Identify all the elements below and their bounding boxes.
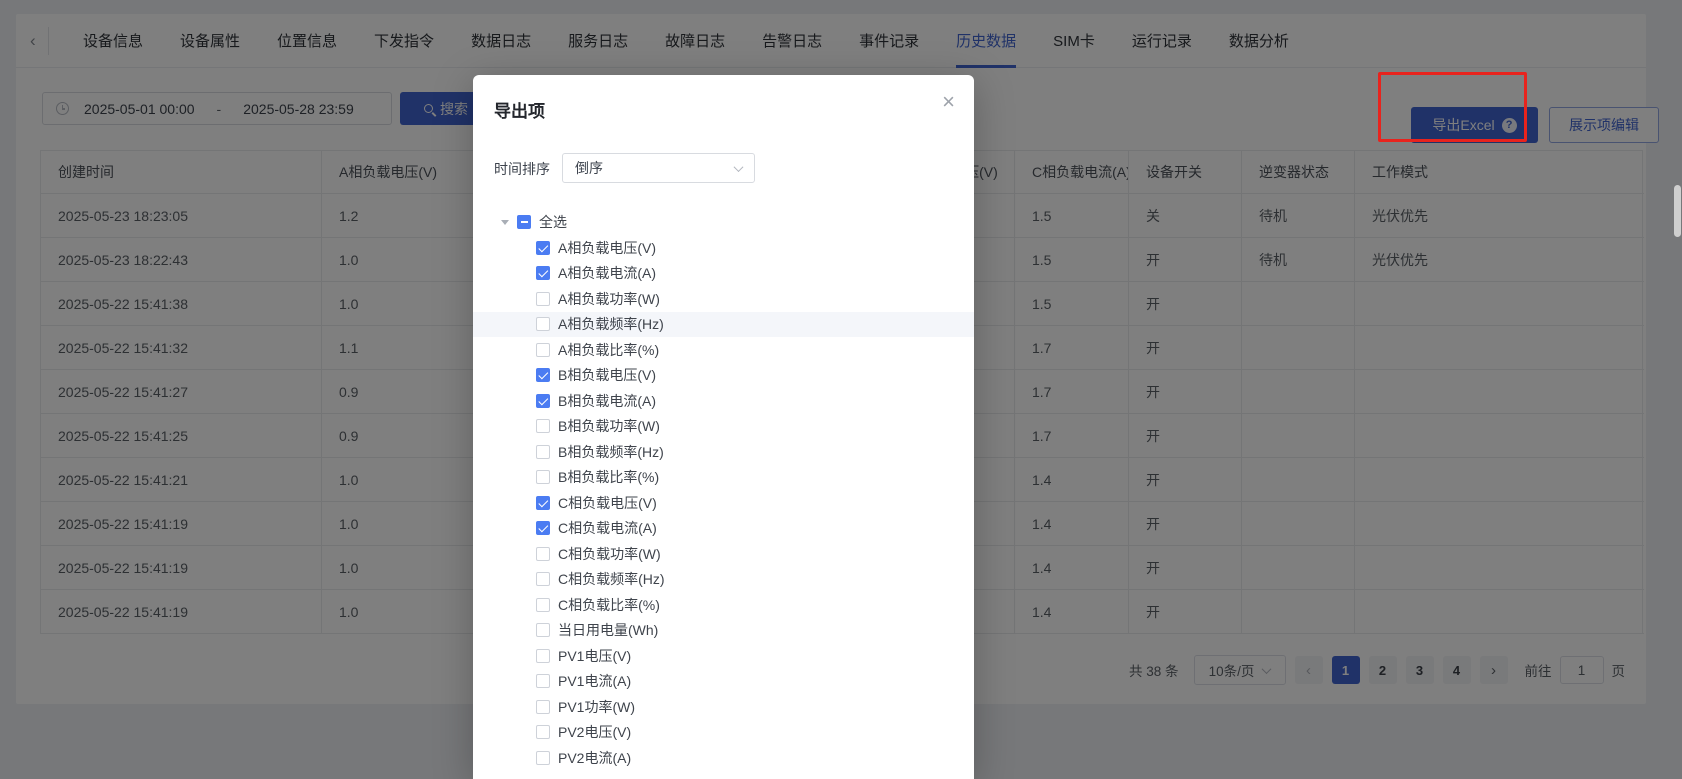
time-sort-select[interactable]: 倒序: [562, 153, 755, 183]
tree-items: A相负载电压(V) A相负载电流(A) A相负载功率(W) A相负载频率(Hz) A相负…: [473, 235, 974, 771]
tree-root-select-all[interactable]: 全选: [473, 209, 974, 235]
export-items-dialog: 导出项 × 时间排序 倒序 全选 A相负载电压(V) A相负载电流(A) A相负载功…: [473, 75, 974, 779]
tree-item[interactable]: PV1电流(A): [473, 669, 974, 695]
tree-item-label[interactable]: 当日用电量(Wh): [558, 620, 658, 640]
tree-item[interactable]: B相负载频率(Hz): [473, 439, 974, 465]
tree-item-checkbox[interactable]: [536, 674, 550, 689]
tree-item-label[interactable]: C相负载电压(V): [558, 493, 657, 513]
tree-item-label[interactable]: B相负载功率(W): [558, 416, 660, 436]
tree-item[interactable]: A相负载功率(W): [473, 286, 974, 312]
tree-item-checkbox[interactable]: [536, 750, 550, 765]
tree-item-checkbox[interactable]: [536, 725, 550, 740]
tree-item-checkbox[interactable]: [536, 240, 550, 255]
export-button-highlight-annotation: [1378, 72, 1527, 142]
tree-item-checkbox[interactable]: [536, 317, 550, 332]
tree-item-label[interactable]: C相负载比率(%): [558, 595, 660, 615]
export-tree: 全选 A相负载电压(V) A相负载电流(A) A相负载功率(W) A相负载频率(Hz)…: [473, 209, 974, 771]
tree-item[interactable]: C相负载电流(A): [473, 516, 974, 542]
tree-item[interactable]: A相负载电压(V): [473, 235, 974, 261]
tree-item-checkbox[interactable]: [536, 495, 550, 510]
tree-item-label[interactable]: B相负载电压(V): [558, 365, 656, 385]
tree-item-checkbox[interactable]: [536, 444, 550, 459]
tree-item-checkbox[interactable]: [536, 623, 550, 638]
tree-item-label[interactable]: PV1功率(W): [558, 697, 635, 717]
chevron-down-icon: [733, 161, 744, 172]
tree-item-label[interactable]: B相负载频率(Hz): [558, 442, 664, 462]
select-all-checkbox[interactable]: [517, 215, 531, 229]
tree-item-checkbox[interactable]: [536, 393, 550, 408]
tree-item-label[interactable]: A相负载比率(%): [558, 340, 659, 360]
tree-item[interactable]: C相负载功率(W): [473, 541, 974, 567]
select-all-label[interactable]: 全选: [539, 212, 567, 232]
tree-item-checkbox[interactable]: [536, 419, 550, 434]
tree-item-label[interactable]: PV1电压(V): [558, 646, 631, 666]
tree-item-label[interactable]: A相负载频率(Hz): [558, 314, 664, 334]
tree-item[interactable]: PV2电流(A): [473, 745, 974, 771]
tree-item-label[interactable]: B相负载电流(A): [558, 391, 656, 411]
tree-item-label[interactable]: C相负载电流(A): [558, 518, 657, 538]
tree-item[interactable]: C相负载频率(Hz): [473, 567, 974, 593]
tree-item[interactable]: B相负载功率(W): [473, 414, 974, 440]
tree-item[interactable]: 当日用电量(Wh): [473, 618, 974, 644]
tree-item[interactable]: B相负载电压(V): [473, 363, 974, 389]
time-sort-value: 倒序: [575, 160, 603, 176]
tree-item-checkbox[interactable]: [536, 368, 550, 383]
tree-item-label[interactable]: B相负载比率(%): [558, 467, 659, 487]
caret-down-icon[interactable]: [501, 219, 509, 225]
tree-item-checkbox[interactable]: [536, 342, 550, 357]
tree-item[interactable]: A相负载频率(Hz): [473, 311, 974, 337]
tree-item-checkbox[interactable]: [536, 597, 550, 612]
tree-item[interactable]: C相负载电压(V): [473, 490, 974, 516]
tree-item-label[interactable]: PV2电流(A): [558, 748, 631, 768]
tree-item[interactable]: C相负载比率(%): [473, 592, 974, 618]
tree-item[interactable]: A相负载比率(%): [473, 337, 974, 363]
tree-item-label[interactable]: A相负载功率(W): [558, 289, 660, 309]
tree-item[interactable]: PV1电压(V): [473, 643, 974, 669]
tree-item-checkbox[interactable]: [536, 521, 550, 536]
tree-item-checkbox[interactable]: [536, 546, 550, 561]
tree-item[interactable]: B相负载比率(%): [473, 465, 974, 491]
tree-item-checkbox[interactable]: [536, 291, 550, 306]
tree-item-checkbox[interactable]: [536, 470, 550, 485]
tree-item-label[interactable]: A相负载电流(A): [558, 263, 656, 283]
tree-item[interactable]: A相负载电流(A): [473, 261, 974, 287]
time-sort-label: 时间排序: [494, 161, 550, 177]
tree-item-checkbox[interactable]: [536, 699, 550, 714]
scrollbar-thumb[interactable]: [1674, 185, 1681, 237]
tree-item[interactable]: PV1功率(W): [473, 694, 974, 720]
tree-item-checkbox[interactable]: [536, 648, 550, 663]
tree-item[interactable]: B相负载电流(A): [473, 388, 974, 414]
tree-item-label[interactable]: C相负载频率(Hz): [558, 569, 665, 589]
close-icon[interactable]: ×: [942, 91, 955, 113]
dialog-title: 导出项: [494, 102, 545, 121]
tree-item-label[interactable]: C相负载功率(W): [558, 544, 661, 564]
tree-item[interactable]: PV2电压(V): [473, 720, 974, 746]
tree-item-checkbox[interactable]: [536, 572, 550, 587]
tree-item-label[interactable]: PV2电压(V): [558, 722, 631, 742]
tree-item-label[interactable]: A相负载电压(V): [558, 238, 656, 258]
tree-item-checkbox[interactable]: [536, 266, 550, 281]
tree-item-label[interactable]: PV1电流(A): [558, 671, 631, 691]
